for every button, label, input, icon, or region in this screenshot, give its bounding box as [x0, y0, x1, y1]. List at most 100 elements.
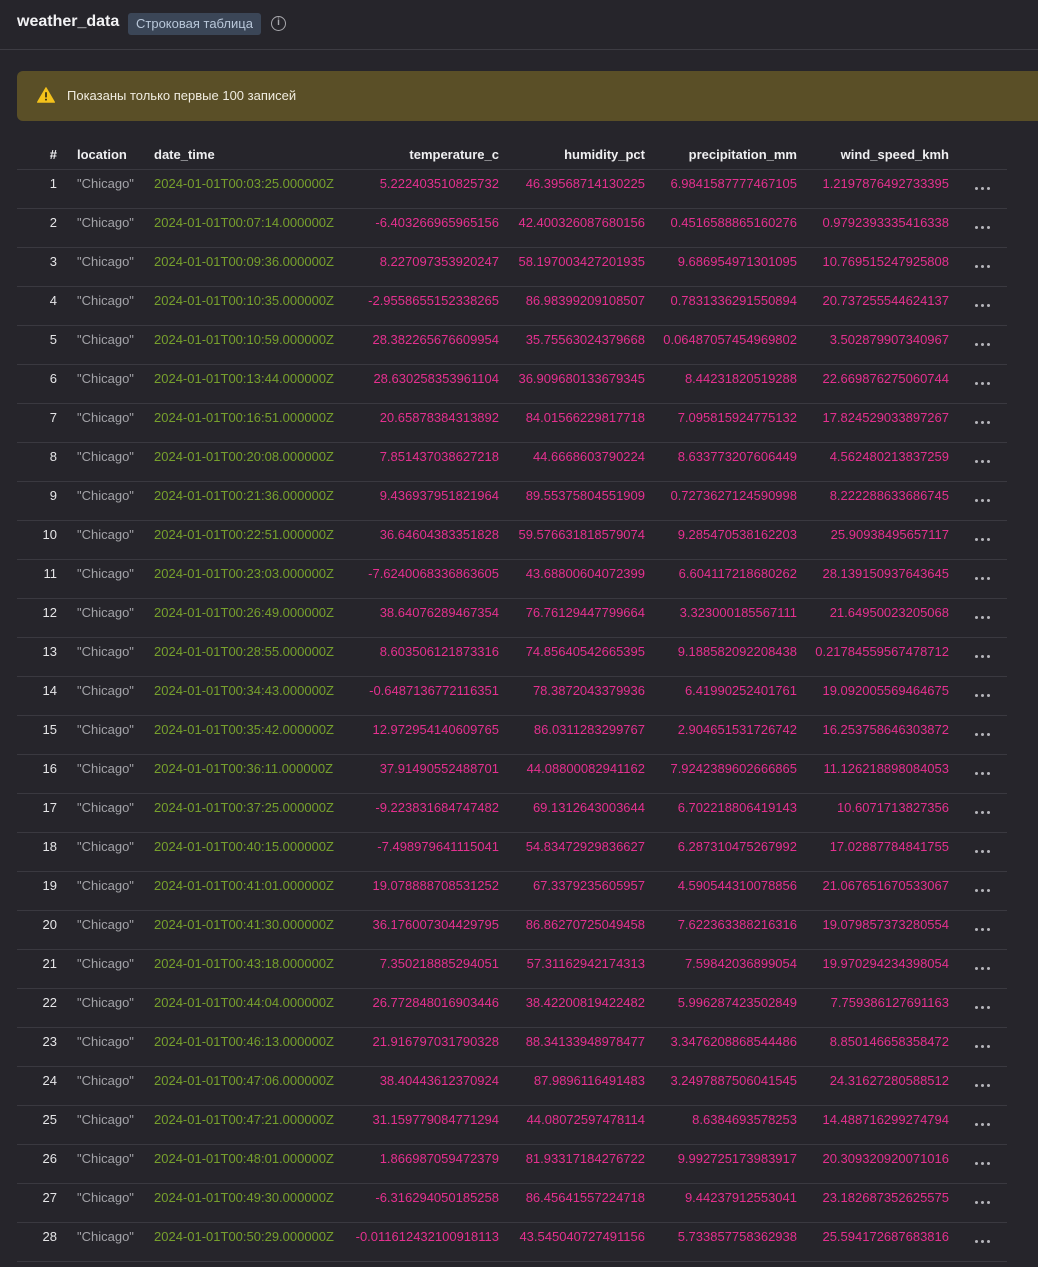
- more-horizontal-icon[interactable]: [975, 655, 991, 659]
- cell-location[interactable]: "Chicago": [77, 1223, 153, 1261]
- cell-location[interactable]: "Chicago": [77, 209, 153, 247]
- table-row[interactable]: 16 "Chicago" 2024-01-01T00:36:11.000000Z 37…: [17, 755, 1007, 794]
- table-row[interactable]: 11 "Chicago" 2024-01-01T00:23:03.000000Z -7…: [17, 560, 1007, 599]
- cell-location[interactable]: "Chicago": [77, 404, 153, 442]
- cell-precipitation[interactable]: 6.9841587777467105: [645, 170, 797, 208]
- table-row[interactable]: 6 "Chicago" 2024-01-01T00:13:44.000000Z 28.…: [17, 365, 1007, 404]
- table-row[interactable]: 23 "Chicago" 2024-01-01T00:46:13.000000Z 21…: [17, 1028, 1007, 1067]
- cell-precipitation[interactable]: 3.323000185567111: [645, 599, 797, 637]
- cell-humidity[interactable]: 44.08072597478114: [499, 1106, 645, 1144]
- cell-temperature[interactable]: -7.498979641115041: [347, 833, 499, 871]
- cell-wind-speed[interactable]: 10.769515247925808: [797, 248, 949, 286]
- cell-humidity[interactable]: 86.98399209108507: [499, 287, 645, 325]
- cell-humidity[interactable]: 89.55375804551909: [499, 482, 645, 520]
- more-horizontal-icon[interactable]: [975, 1123, 991, 1127]
- cell-precipitation[interactable]: 8.633773207606449: [645, 443, 797, 481]
- cell-temperature[interactable]: 5.222403510825732: [347, 170, 499, 208]
- table-row[interactable]: 7 "Chicago" 2024-01-01T00:16:51.000000Z 20.…: [17, 404, 1007, 443]
- cell-wind-speed[interactable]: 25.90938495657117: [797, 521, 949, 559]
- cell-date-time[interactable]: 2024-01-01T00:46:13.000000Z: [154, 1028, 354, 1066]
- cell-temperature[interactable]: -9.223831684747482: [347, 794, 499, 832]
- cell-precipitation[interactable]: 3.2497887506041545: [645, 1067, 797, 1105]
- cell-location[interactable]: "Chicago": [77, 1106, 153, 1144]
- cell-date-time[interactable]: 2024-01-01T00:20:08.000000Z: [154, 443, 354, 481]
- more-horizontal-icon[interactable]: [975, 694, 991, 698]
- table-row[interactable]: 20 "Chicago" 2024-01-01T00:41:30.000000Z 36…: [17, 911, 1007, 950]
- cell-location[interactable]: "Chicago": [77, 950, 153, 988]
- cell-temperature[interactable]: 12.972954140609765: [347, 716, 499, 754]
- cell-location[interactable]: "Chicago": [77, 716, 153, 754]
- more-horizontal-icon[interactable]: [975, 460, 991, 464]
- column-header-date-time[interactable]: date_time: [154, 139, 354, 169]
- cell-location[interactable]: "Chicago": [77, 326, 153, 364]
- cell-humidity[interactable]: 44.08800082941162: [499, 755, 645, 793]
- cell-wind-speed[interactable]: 19.092005569464675: [797, 677, 949, 715]
- table-row[interactable]: 13 "Chicago" 2024-01-01T00:28:55.000000Z 8.…: [17, 638, 1007, 677]
- table-row[interactable]: 10 "Chicago" 2024-01-01T00:22:51.000000Z 36…: [17, 521, 1007, 560]
- table-row[interactable]: 12 "Chicago" 2024-01-01T00:26:49.000000Z 38…: [17, 599, 1007, 638]
- cell-humidity[interactable]: 74.85640542665395: [499, 638, 645, 676]
- table-row[interactable]: 27 "Chicago" 2024-01-01T00:49:30.000000Z -6…: [17, 1184, 1007, 1223]
- cell-wind-speed[interactable]: 8.222288633686745: [797, 482, 949, 520]
- cell-humidity[interactable]: 57.31162942174313: [499, 950, 645, 988]
- table-row[interactable]: 1 "Chicago" 2024-01-01T00:03:25.000000Z 5.2…: [17, 170, 1007, 209]
- cell-humidity[interactable]: 59.576631818579074: [499, 521, 645, 559]
- cell-temperature[interactable]: -6.316294050185258: [347, 1184, 499, 1222]
- cell-location[interactable]: "Chicago": [77, 1145, 153, 1183]
- cell-precipitation[interactable]: 6.287310475267992: [645, 833, 797, 871]
- cell-precipitation[interactable]: 7.622363388216316: [645, 911, 797, 949]
- more-horizontal-icon[interactable]: [975, 1240, 991, 1244]
- cell-wind-speed[interactable]: 20.309320920071016: [797, 1145, 949, 1183]
- more-horizontal-icon[interactable]: [975, 226, 991, 230]
- more-horizontal-icon[interactable]: [975, 1084, 991, 1088]
- cell-temperature[interactable]: 38.40443612370924: [347, 1067, 499, 1105]
- cell-humidity[interactable]: 43.545040727491156: [499, 1223, 645, 1261]
- cell-precipitation[interactable]: 7.095815924775132: [645, 404, 797, 442]
- cell-wind-speed[interactable]: 28.139150937643645: [797, 560, 949, 598]
- cell-location[interactable]: "Chicago": [77, 989, 153, 1027]
- cell-wind-speed[interactable]: 14.488716299274794: [797, 1106, 949, 1144]
- more-horizontal-icon[interactable]: [975, 889, 991, 893]
- cell-wind-speed[interactable]: 19.970294234398054: [797, 950, 949, 988]
- more-horizontal-icon[interactable]: [975, 304, 991, 308]
- cell-humidity[interactable]: 69.1312643003644: [499, 794, 645, 832]
- more-horizontal-icon[interactable]: [975, 1045, 991, 1049]
- cell-date-time[interactable]: 2024-01-01T00:36:11.000000Z: [154, 755, 354, 793]
- more-horizontal-icon[interactable]: [975, 265, 991, 269]
- cell-date-time[interactable]: 2024-01-01T00:28:55.000000Z: [154, 638, 354, 676]
- cell-humidity[interactable]: 78.3872043379936: [499, 677, 645, 715]
- cell-humidity[interactable]: 58.197003427201935: [499, 248, 645, 286]
- cell-humidity[interactable]: 43.68800604072399: [499, 560, 645, 598]
- table-row[interactable]: 14 "Chicago" 2024-01-01T00:34:43.000000Z -0…: [17, 677, 1007, 716]
- cell-temperature[interactable]: -2.9558655152338265: [347, 287, 499, 325]
- cell-location[interactable]: "Chicago": [77, 482, 153, 520]
- cell-location[interactable]: "Chicago": [77, 560, 153, 598]
- column-header-precipitation[interactable]: precipitation_mm: [645, 139, 797, 169]
- cell-wind-speed[interactable]: 22.669876275060744: [797, 365, 949, 403]
- cell-precipitation[interactable]: 6.702218806419143: [645, 794, 797, 832]
- more-horizontal-icon[interactable]: [975, 499, 991, 503]
- cell-date-time[interactable]: 2024-01-01T00:23:03.000000Z: [154, 560, 354, 598]
- cell-humidity[interactable]: 54.83472929836627: [499, 833, 645, 871]
- more-horizontal-icon[interactable]: [975, 382, 991, 386]
- more-horizontal-icon[interactable]: [975, 1162, 991, 1166]
- cell-humidity[interactable]: 88.34133948978477: [499, 1028, 645, 1066]
- cell-location[interactable]: "Chicago": [77, 170, 153, 208]
- cell-date-time[interactable]: 2024-01-01T00:41:30.000000Z: [154, 911, 354, 949]
- cell-precipitation[interactable]: 7.9242389602666865: [645, 755, 797, 793]
- table-row[interactable]: 28 "Chicago" 2024-01-01T00:50:29.000000Z -0…: [17, 1223, 1007, 1262]
- more-horizontal-icon[interactable]: [975, 616, 991, 620]
- cell-date-time[interactable]: 2024-01-01T00:40:15.000000Z: [154, 833, 354, 871]
- more-horizontal-icon[interactable]: [975, 811, 991, 815]
- cell-humidity[interactable]: 81.93317184276722: [499, 1145, 645, 1183]
- cell-wind-speed[interactable]: 7.759386127691163: [797, 989, 949, 1027]
- cell-precipitation[interactable]: 9.686954971301095: [645, 248, 797, 286]
- cell-humidity[interactable]: 44.6668603790224: [499, 443, 645, 481]
- cell-humidity[interactable]: 86.45641557224718: [499, 1184, 645, 1222]
- cell-date-time[interactable]: 2024-01-01T00:09:36.000000Z: [154, 248, 354, 286]
- cell-date-time[interactable]: 2024-01-01T00:44:04.000000Z: [154, 989, 354, 1027]
- cell-humidity[interactable]: 86.86270725049458: [499, 911, 645, 949]
- cell-location[interactable]: "Chicago": [77, 677, 153, 715]
- cell-date-time[interactable]: 2024-01-01T00:07:14.000000Z: [154, 209, 354, 247]
- cell-location[interactable]: "Chicago": [77, 248, 153, 286]
